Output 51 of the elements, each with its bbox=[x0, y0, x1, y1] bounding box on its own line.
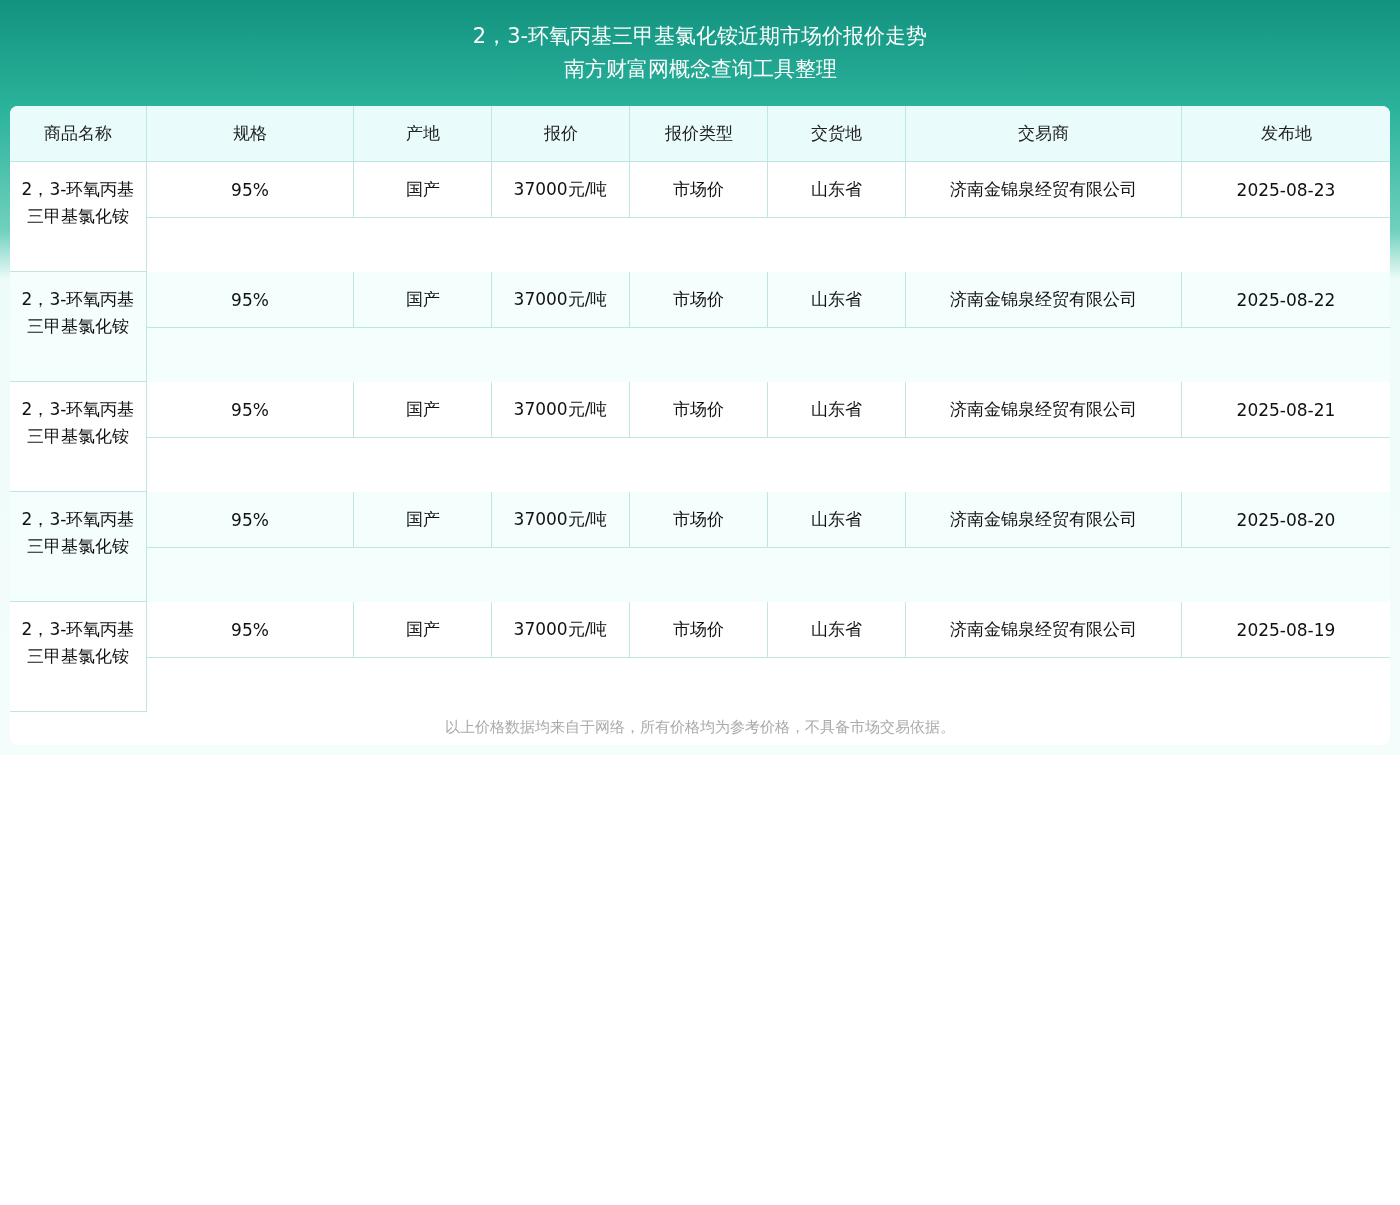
table-cell: 济南金锦泉经贸有限公司 bbox=[906, 272, 1182, 327]
table-cell: 国产 bbox=[354, 602, 492, 657]
table-cell: 95% bbox=[147, 382, 354, 437]
table-cell: 37000元/吨 bbox=[492, 602, 630, 657]
table-cell: 37000元/吨 bbox=[492, 162, 630, 217]
table-cell: 济南金锦泉经贸有限公司 bbox=[906, 602, 1182, 657]
column-header: 交易商 bbox=[906, 106, 1182, 161]
page-subtitle: 南方财富网概念查询工具整理 bbox=[563, 56, 837, 83]
table-cell-text: 2025-08-21 bbox=[1235, 398, 1337, 422]
table-cell: 国产 bbox=[354, 382, 492, 437]
column-header: 商品名称 bbox=[10, 106, 147, 161]
table-cell: 济南金锦泉经贸有限公司 bbox=[906, 382, 1182, 437]
table-cell: 国产 bbox=[354, 492, 492, 547]
table-cell: 国产 bbox=[354, 272, 492, 327]
table-cell: 山东省 bbox=[768, 602, 906, 657]
column-header: 发布地 bbox=[1259, 122, 1313, 145]
column-header: 报价 bbox=[492, 106, 630, 161]
table-cell-text: 2025-08-22 bbox=[1235, 288, 1337, 312]
table-cell: 山东省 bbox=[768, 382, 906, 437]
table-cell: 2，3-环氧丙基三甲基氯化铵 bbox=[10, 272, 147, 382]
table-cell: 2，3-环氧丙基三甲基氯化铵 bbox=[10, 382, 147, 492]
table-cell: 市场价 bbox=[630, 382, 768, 437]
table-cell: 济南金锦泉经贸有限公司 bbox=[906, 162, 1182, 217]
table-cell: 市场价 bbox=[630, 492, 768, 547]
table-cell: 2，3-环氧丙基三甲基氯化铵 bbox=[10, 492, 147, 602]
table-cell: 37000元/吨 bbox=[492, 382, 630, 437]
table-cell-text: 2025-08-23 bbox=[1235, 178, 1337, 202]
table-cell: 济南金锦泉经贸有限公司 bbox=[906, 492, 1182, 547]
table-cell: 2，3-环氧丙基三甲基氯化铵 bbox=[10, 602, 147, 712]
column-header: 产地 bbox=[354, 106, 492, 161]
table-cell: 37000元/吨 bbox=[492, 492, 630, 547]
table-cell: 2，3-环氧丙基三甲基氯化铵 bbox=[10, 162, 147, 272]
table-cell: 95% bbox=[147, 492, 354, 547]
table-cell: 山东省 bbox=[768, 272, 906, 327]
table-cell-text: 2025-08-19 bbox=[1235, 618, 1337, 642]
table-cell: 95% bbox=[147, 272, 354, 327]
table-cell: 山东省 bbox=[768, 492, 906, 547]
page-title: 2，3-环氧丙基三甲基氯化铵近期市场价报价走势 bbox=[472, 23, 928, 50]
table-cell: 市场价 bbox=[630, 162, 768, 217]
table-cell: 山东省 bbox=[768, 162, 906, 217]
column-header: 交货地 bbox=[768, 106, 906, 161]
table-cell: 市场价 bbox=[630, 272, 768, 327]
table-cell: 95% bbox=[147, 162, 354, 217]
table-cell: 95% bbox=[147, 602, 354, 657]
footnote: 以上价格数据均来自于网络，所有价格均为参考价格，不具备市场交易依据。 bbox=[444, 717, 956, 738]
table-cell: 国产 bbox=[354, 162, 492, 217]
column-header: 报价类型 bbox=[630, 106, 768, 161]
column-header: 规格 bbox=[147, 106, 354, 161]
table-cell-text: 2025-08-20 bbox=[1235, 508, 1337, 532]
table-cell: 37000元/吨 bbox=[492, 272, 630, 327]
table-cell: 市场价 bbox=[630, 602, 768, 657]
